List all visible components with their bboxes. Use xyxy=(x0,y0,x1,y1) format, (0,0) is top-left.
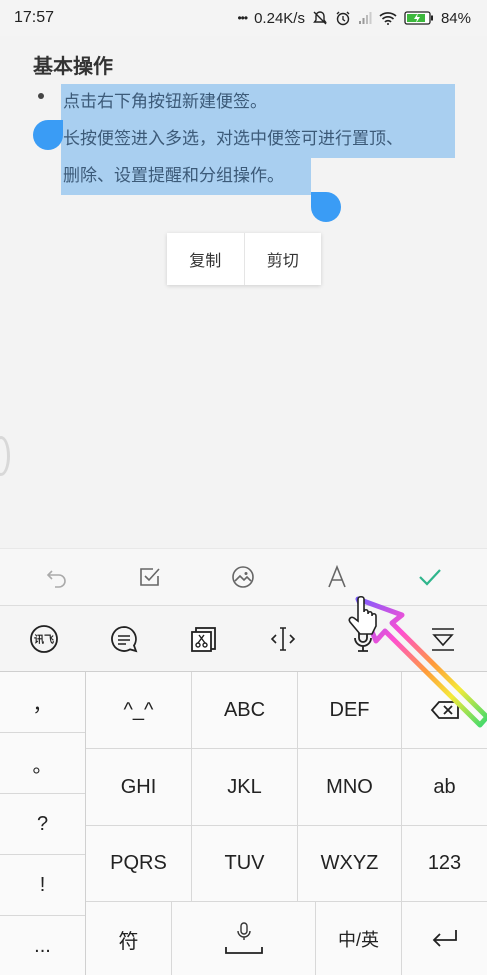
status-dots: ••• xyxy=(237,11,248,25)
key-abc[interactable]: ABC xyxy=(192,672,298,749)
selected-line-1[interactable]: 点击右下角按钮新建便签。 xyxy=(61,84,455,121)
key-zh-en[interactable]: 中/英 xyxy=(316,902,402,975)
edge-swipe-indicator xyxy=(0,436,10,476)
selection-end-handle[interactable] xyxy=(311,192,341,222)
key-tuv[interactable]: TUV xyxy=(192,826,298,902)
battery-level: 84% xyxy=(440,9,471,27)
ime-logo-icon[interactable]: 讯飞 xyxy=(17,612,71,666)
checkbox-icon[interactable] xyxy=(125,552,175,602)
key-mno[interactable]: MNO xyxy=(298,749,402,826)
net-speed: 0.24K/s xyxy=(254,9,305,27)
font-icon[interactable] xyxy=(312,552,362,602)
wifi-icon xyxy=(379,11,397,25)
ime-toolbar: 讯飞 xyxy=(0,605,487,671)
hide-keyboard-icon[interactable] xyxy=(416,612,470,666)
backspace-icon xyxy=(430,701,459,719)
context-menu: 复制 剪切 xyxy=(167,233,321,285)
image-icon[interactable] xyxy=(218,552,268,602)
svg-text:讯飞: 讯飞 xyxy=(34,633,54,646)
punctuation-column: ， 。 ? ! ... xyxy=(0,672,86,975)
mic-icon[interactable] xyxy=(336,612,390,666)
edit-toolbar xyxy=(0,548,487,605)
copy-button[interactable]: 复制 xyxy=(167,233,244,285)
key-ghi[interactable]: GHI xyxy=(86,749,192,826)
space-mic-icon xyxy=(224,922,263,954)
key-lowercase[interactable]: ab xyxy=(402,749,487,826)
enter-icon xyxy=(432,930,457,947)
punct-key[interactable]: 。 xyxy=(0,733,85,794)
status-time: 17:57 xyxy=(14,9,55,26)
battery-charging-icon xyxy=(404,11,434,25)
undo-icon[interactable] xyxy=(32,552,82,602)
mute-icon xyxy=(312,10,328,26)
cut-button[interactable]: 剪切 xyxy=(243,233,322,285)
cursor-move-icon[interactable] xyxy=(256,612,310,666)
backspace-key[interactable] xyxy=(402,672,487,749)
key-numbers[interactable]: 123 xyxy=(402,826,487,902)
check-icon[interactable] xyxy=(405,552,455,602)
key-symbols[interactable]: 符 xyxy=(86,902,172,975)
status-bar: 17:57 ••• 0.24K/s 84% xyxy=(0,0,487,36)
note-editor[interactable]: 基本操作 点击右下角按钮新建便签。 长按便签进入多选，对选中便签可进行置顶、 删… xyxy=(0,36,487,548)
selected-line-2[interactable]: 长按便签进入多选，对选中便签可进行置顶、 xyxy=(61,121,455,158)
key-def[interactable]: DEF xyxy=(298,672,402,749)
bullet-dot xyxy=(38,93,44,99)
note-heading: 基本操作 xyxy=(33,54,113,78)
alarm-icon xyxy=(335,10,351,26)
punct-key[interactable]: ! xyxy=(0,855,85,916)
space-key[interactable] xyxy=(172,902,316,975)
selection-start-handle[interactable] xyxy=(33,120,63,150)
punct-key[interactable]: ， xyxy=(0,672,85,733)
signal-icon xyxy=(358,11,372,25)
key-pqrs[interactable]: PQRS xyxy=(86,826,192,902)
status-icons: ••• 0.24K/s 84% xyxy=(237,10,471,27)
key-wxyz[interactable]: WXYZ xyxy=(298,826,402,902)
punct-key[interactable]: ... xyxy=(0,916,85,975)
selected-line-3[interactable]: 删除、设置提醒和分组操作。 xyxy=(61,158,311,195)
enter-key[interactable] xyxy=(402,902,487,975)
t9-keyboard: ， 。 ? ! ... ^_^ ABC DEF GHI JKL MNO ab P… xyxy=(0,671,487,975)
key-jkl[interactable]: JKL xyxy=(192,749,298,826)
key-emoticon[interactable]: ^_^ xyxy=(86,672,192,749)
punct-key[interactable]: ? xyxy=(0,794,85,855)
clipboard-chat-icon[interactable] xyxy=(97,612,151,666)
edit-select-icon[interactable] xyxy=(177,612,231,666)
